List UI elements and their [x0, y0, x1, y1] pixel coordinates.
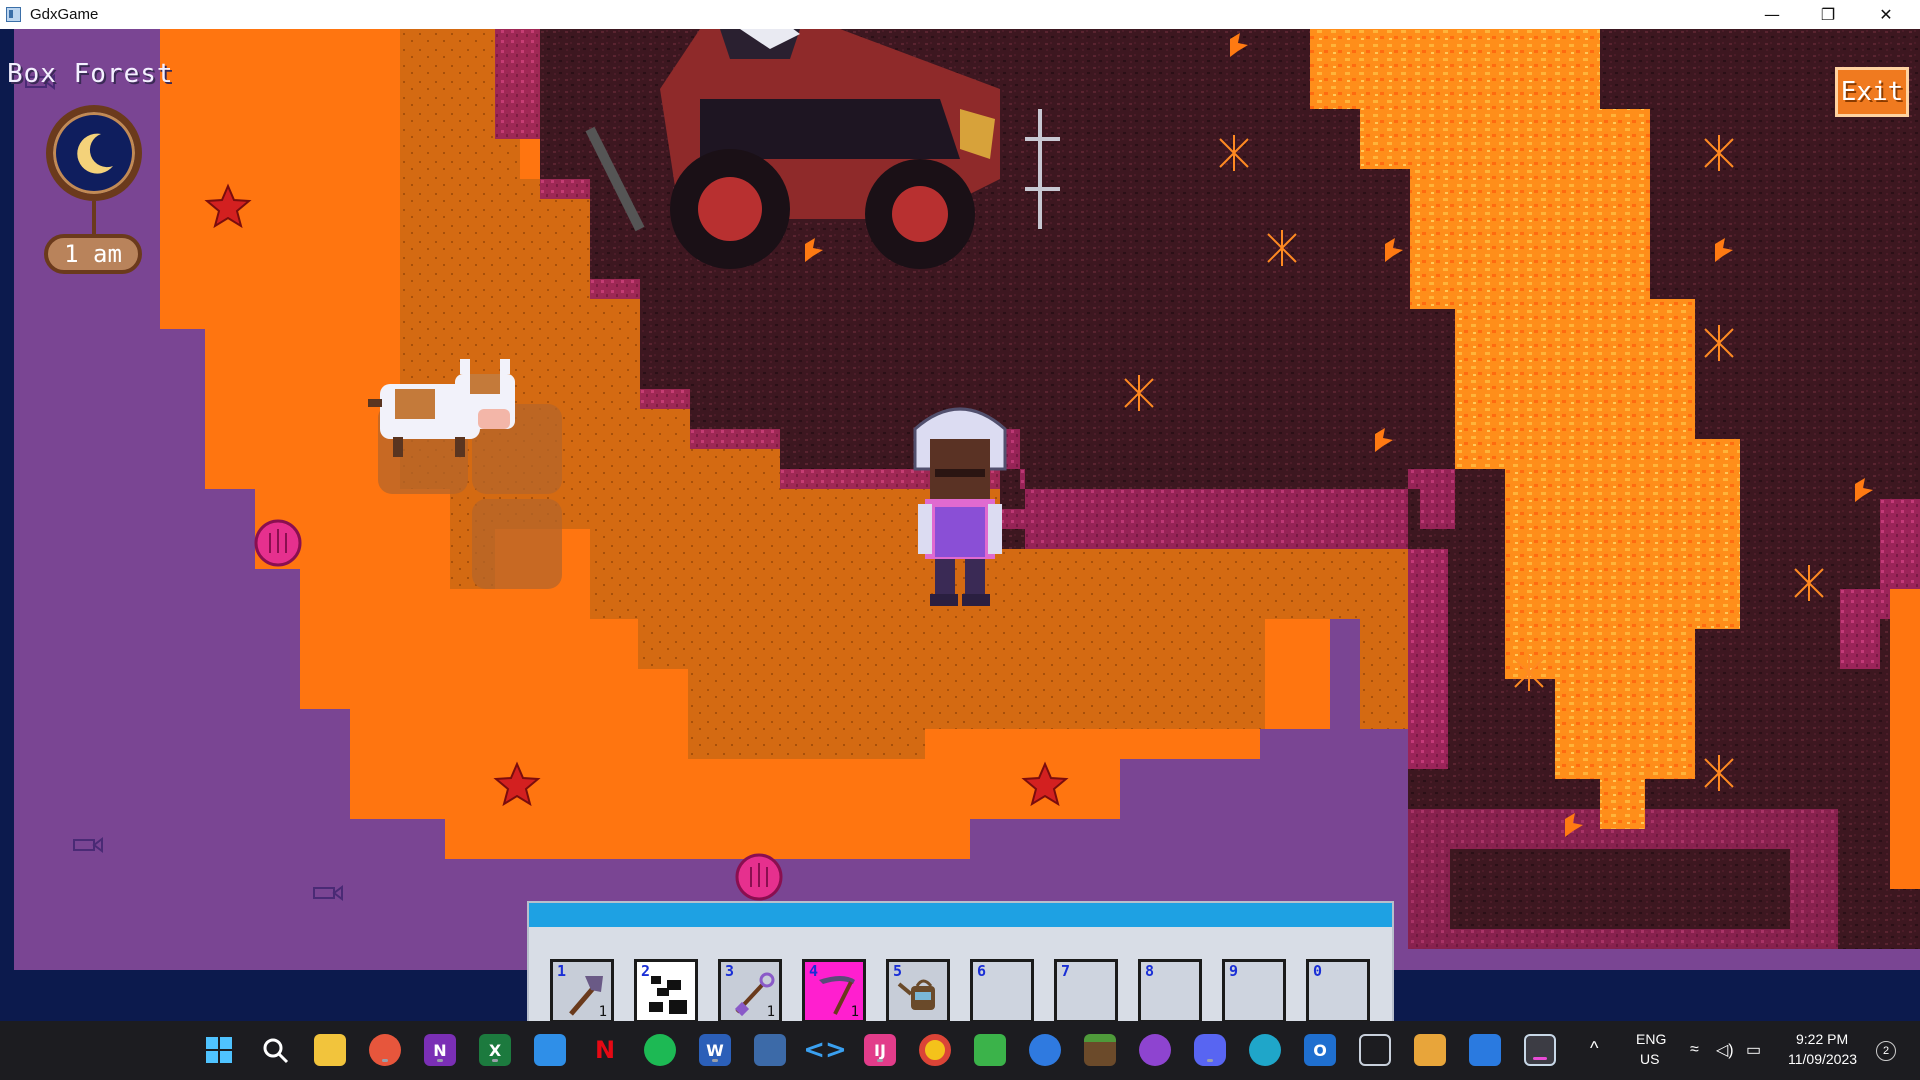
hotbar-slot-4[interactable]: 4 1: [802, 959, 866, 1021]
edge-icon[interactable]: [1249, 1034, 1281, 1066]
window-titlebar: GdxGame — ❐ ✕: [0, 0, 1920, 29]
hotbar-slot-7[interactable]: 7: [1054, 959, 1118, 1021]
3d-viewer-icon[interactable]: [1359, 1034, 1391, 1066]
watering-can-icon: [897, 979, 935, 1010]
hotbar-slot-5[interactable]: 5: [886, 959, 950, 1021]
slot-quantity: 1: [766, 1004, 775, 1020]
calendar-icon[interactable]: [534, 1034, 566, 1066]
close-button[interactable]: ✕: [1858, 0, 1914, 29]
volume-icon[interactable]: ◁): [1716, 1040, 1734, 1060]
taskbar: N X N W <> IJ O ^ ENG US ≈ ◁) ▭ 9:22 PM …: [0, 1021, 1920, 1080]
hotbar-slot-2[interactable]: 2: [634, 959, 698, 1021]
git-kraken-icon[interactable]: [1414, 1034, 1446, 1066]
world-map: [0, 29, 1920, 1021]
restore-button[interactable]: ❐: [1800, 0, 1856, 29]
excel-icon[interactable]: X: [479, 1034, 511, 1066]
taskbar-clock-time[interactable]: 9:22 PM: [1796, 1031, 1848, 1047]
onenote-icon[interactable]: N: [424, 1034, 456, 1066]
azure-storage-icon[interactable]: [1469, 1034, 1501, 1066]
location-label: Box Forest: [7, 59, 174, 89]
minecraft-icon[interactable]: [1084, 1034, 1116, 1066]
slot-number: 7: [1061, 962, 1071, 980]
battery-icon[interactable]: ▭: [1746, 1040, 1761, 1060]
spotify-icon[interactable]: [644, 1034, 676, 1066]
github-icon[interactable]: [1139, 1034, 1171, 1066]
remote-desktop-icon[interactable]: [974, 1034, 1006, 1066]
notification-badge[interactable]: 2: [1876, 1041, 1896, 1061]
discord-icon[interactable]: [1194, 1034, 1226, 1066]
minimize-button[interactable]: —: [1744, 0, 1800, 29]
hotbar-slot-9[interactable]: 9: [1222, 959, 1286, 1021]
slot-quantity: 1: [598, 1004, 607, 1020]
hotbar-header: [529, 903, 1392, 927]
app-icon: [6, 7, 21, 22]
vscode-icon[interactable]: <>: [803, 1034, 847, 1066]
hotbar-slot-0[interactable]: 0: [1306, 959, 1370, 1021]
chrome-icon[interactable]: [919, 1034, 951, 1066]
slot-number: 0: [1313, 962, 1323, 980]
slot-number: 9: [1229, 962, 1239, 980]
game-viewport[interactable]: Box Forest 1 am Exit 1 1 2 3 1 4 1 5 6 7…: [0, 29, 1920, 1021]
slot-number: 8: [1145, 962, 1155, 980]
time-display: 1 am: [44, 234, 142, 274]
day-night-clock: [46, 105, 142, 201]
exit-button[interactable]: Exit: [1835, 67, 1909, 117]
language-indicator[interactable]: ENG: [1636, 1031, 1666, 1047]
slot-number: 6: [977, 962, 987, 980]
hotbar-slot-3[interactable]: 3 1: [718, 959, 782, 1021]
wifi-icon[interactable]: ≈: [1690, 1041, 1699, 1059]
chevron-up-icon[interactable]: ^: [1590, 1038, 1598, 1059]
slot-quantity: 1: [850, 1004, 859, 1020]
hotbar-slot-6[interactable]: 6: [970, 959, 1034, 1021]
windows-start-icon[interactable]: [203, 1034, 235, 1066]
intellij-icon[interactable]: IJ: [864, 1034, 896, 1066]
outlook-icon[interactable]: O: [1304, 1034, 1336, 1066]
rock-cluster-icon: [649, 976, 687, 1014]
firefox-icon[interactable]: [369, 1034, 401, 1066]
word-icon[interactable]: W: [699, 1034, 731, 1066]
search-icon[interactable]: [259, 1034, 291, 1066]
app-blue-icon[interactable]: [1029, 1034, 1061, 1066]
hotbar: 1 1 2 3 1 4 1 5 6 7 8 9 0: [527, 901, 1394, 1021]
region-indicator[interactable]: US: [1640, 1051, 1659, 1067]
file-explorer-icon[interactable]: [314, 1034, 346, 1066]
network-icon[interactable]: [754, 1034, 786, 1066]
window-title: GdxGame: [30, 6, 99, 23]
gdxgame-taskbar-icon[interactable]: [1524, 1034, 1556, 1066]
netflix-icon[interactable]: N: [589, 1034, 621, 1066]
clock-post: [92, 201, 96, 235]
taskbar-clock-date[interactable]: 11/09/2023: [1788, 1051, 1857, 1067]
crescent-moon-icon: [77, 133, 113, 174]
hotbar-slot-8[interactable]: 8: [1138, 959, 1202, 1021]
hotbar-slot-1[interactable]: 1 1: [550, 959, 614, 1021]
